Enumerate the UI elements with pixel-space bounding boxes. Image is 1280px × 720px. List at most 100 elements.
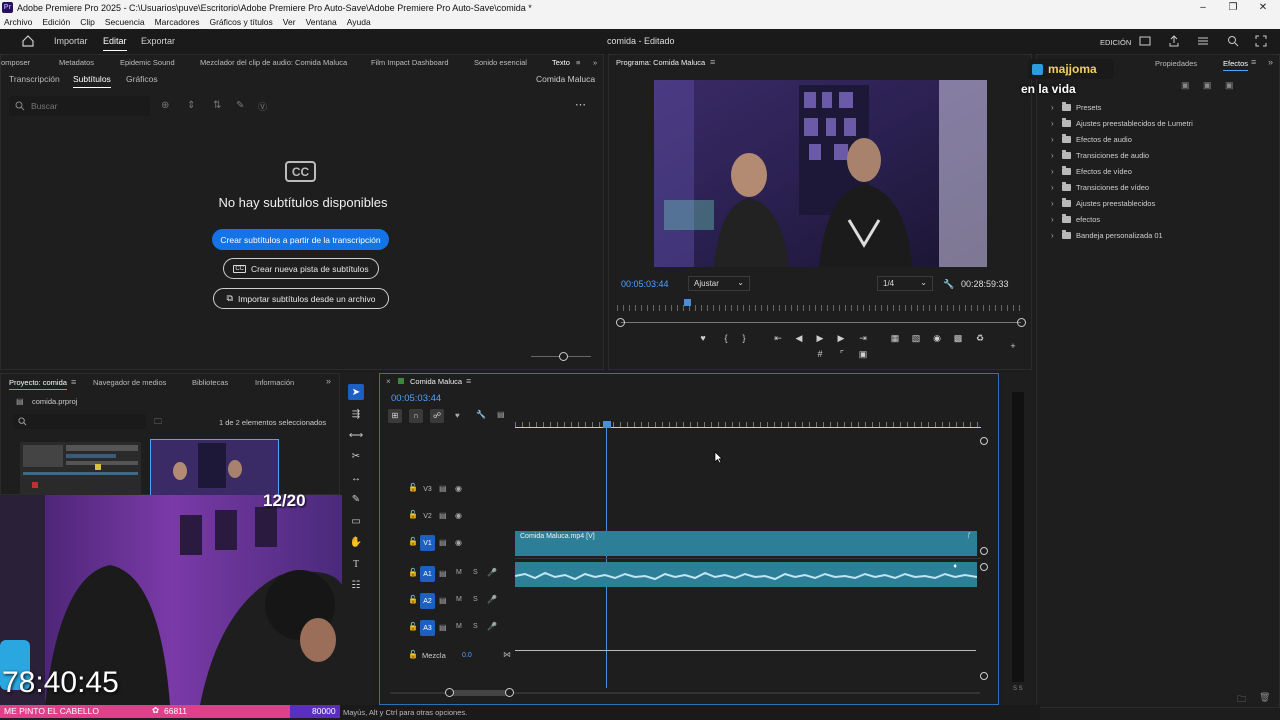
lift-icon[interactable]: ▦ bbox=[889, 332, 901, 344]
fit-dropdown[interactable]: Ajustar ⌄ bbox=[688, 276, 750, 291]
yuv-effects-icon[interactable]: ▣ bbox=[1225, 80, 1234, 91]
effects-item-presets[interactable]: › Presets bbox=[1051, 102, 1101, 112]
captions-icon[interactable]: ▤ bbox=[497, 410, 505, 419]
program-ruler[interactable] bbox=[617, 305, 1022, 311]
tab-efectos[interactable]: Efectos bbox=[1223, 59, 1249, 71]
tab-metadatos[interactable]: Metadatos bbox=[59, 58, 94, 67]
sync-lock-icon[interactable]: ▤ bbox=[439, 511, 447, 520]
close-button[interactable]: ✕ bbox=[1248, 0, 1278, 15]
tab-propiedades[interactable]: Propiedades bbox=[1155, 59, 1197, 68]
effects-item-video-effects[interactable]: › Efectos de vídeo bbox=[1051, 166, 1132, 176]
go-to-out-icon[interactable]: ⇥ bbox=[857, 332, 869, 344]
vr-icon[interactable]: ♻ bbox=[974, 332, 986, 344]
tab-bibliotecas[interactable]: Bibliotecas bbox=[192, 378, 228, 387]
hscroll-handle-left[interactable] bbox=[445, 688, 454, 697]
scroll-handle-right[interactable] bbox=[1017, 318, 1026, 327]
timeline-playhead-handle[interactable] bbox=[603, 421, 611, 428]
solo-button[interactable]: S bbox=[473, 623, 478, 630]
subtab-subtitulos[interactable]: Subtítulos bbox=[73, 74, 111, 88]
32bit-effects-icon[interactable]: ▣ bbox=[1203, 80, 1212, 91]
program-playhead[interactable] bbox=[684, 299, 691, 306]
mute-button[interactable]: M bbox=[456, 596, 462, 603]
quick-export-icon[interactable] bbox=[1196, 34, 1210, 48]
menu-marcadores[interactable]: Marcadores bbox=[155, 17, 200, 27]
ripple-edit-tool-icon[interactable]: ⟷ bbox=[348, 427, 364, 443]
timeline-hscroll-thumb[interactable] bbox=[450, 690, 510, 696]
menu-clip[interactable]: Clip bbox=[80, 17, 95, 27]
effects-item-video-transitions[interactable]: › Transiciones de vídeo bbox=[1051, 182, 1149, 192]
tab-audio-mixer[interactable]: Mezclador del clip de audio: Comida Malu… bbox=[200, 58, 347, 67]
panel-menu-icon[interactable]: ≡ bbox=[576, 58, 580, 67]
timeline-sequence-tab[interactable]: Comida Maluca bbox=[410, 377, 462, 386]
solo-button[interactable]: S bbox=[473, 569, 478, 576]
tab-informacion[interactable]: Información bbox=[255, 378, 294, 387]
hand-tool-icon[interactable]: ✋ bbox=[348, 534, 364, 550]
subtitle-search-input[interactable]: Buscar bbox=[9, 96, 150, 116]
overflow-icon[interactable]: » bbox=[593, 58, 597, 67]
panel-menu-icon[interactable]: ≡ bbox=[710, 57, 715, 67]
split-icon[interactable]: ⇕ bbox=[187, 100, 195, 111]
eye-icon[interactable]: ◉ bbox=[455, 484, 462, 493]
panel-menu-icon[interactable]: ≡ bbox=[466, 376, 471, 386]
subtab-transcripcion[interactable]: Transcripción bbox=[9, 74, 60, 84]
play-icon[interactable]: ▶ bbox=[814, 332, 826, 344]
panel-menu-icon[interactable]: ≡ bbox=[71, 377, 76, 387]
overflow-icon[interactable]: » bbox=[326, 376, 331, 386]
track-label-a1[interactable]: A1 bbox=[420, 566, 435, 582]
menu-archivo[interactable]: Archivo bbox=[4, 17, 32, 27]
accelerated-effects-icon[interactable]: ▣ bbox=[1181, 80, 1190, 91]
tab-navegador-medios[interactable]: Navegador de medios bbox=[93, 378, 166, 387]
add-marker-icon[interactable]: ♥ bbox=[455, 411, 460, 420]
sync-lock-icon[interactable]: ▤ bbox=[439, 538, 447, 547]
lock-icon[interactable]: 🔓 bbox=[408, 510, 418, 519]
lock-icon[interactable]: 🔓 bbox=[408, 568, 418, 577]
close-sequence-icon[interactable]: × bbox=[386, 377, 391, 386]
workspace-label[interactable]: EDICIÓN bbox=[1100, 38, 1131, 47]
track-divider-handle[interactable] bbox=[980, 547, 988, 555]
minimize-button[interactable]: – bbox=[1188, 0, 1218, 15]
linked-selection-icon[interactable]: ☍ bbox=[430, 409, 444, 423]
video-clip-v1[interactable]: Comida Maluca.mp4 [V] ƒ bbox=[515, 531, 977, 556]
track-divider-handle-audio[interactable] bbox=[980, 563, 988, 571]
subtab-graficos[interactable]: Gráficos bbox=[126, 74, 158, 84]
zoom-slider-handle[interactable] bbox=[559, 352, 568, 361]
bin-icon[interactable]: 🗀 bbox=[154, 416, 162, 430]
effects-item-audio-effects[interactable]: › Efectos de audio bbox=[1051, 134, 1132, 144]
sync-lock-icon[interactable]: ▤ bbox=[439, 596, 447, 605]
effects-item-presets-2[interactable]: › Ajustes preestablecidos bbox=[1051, 198, 1155, 208]
tab-epidemic-sound[interactable]: Epidemic Sound bbox=[120, 58, 175, 67]
fullscreen-icon[interactable] bbox=[1254, 34, 1268, 48]
track-label-a3[interactable]: A3 bbox=[420, 620, 435, 636]
more-options-icon[interactable]: ⋯ bbox=[575, 98, 586, 111]
tab-composer[interactable]: omposer bbox=[1, 58, 30, 67]
menu-ventana[interactable]: Ventana bbox=[306, 17, 337, 27]
track-select-tool-icon[interactable]: ⇶ bbox=[348, 406, 364, 422]
lock-icon[interactable]: 🔓 bbox=[408, 650, 418, 659]
share-icon[interactable] bbox=[1167, 34, 1181, 48]
tab-exportar[interactable]: Exportar bbox=[141, 36, 175, 46]
vertical-scroll-handle-bottom[interactable] bbox=[980, 672, 988, 680]
wrench-icon[interactable]: 🔧 bbox=[476, 410, 486, 419]
extract-icon[interactable]: ▧ bbox=[910, 332, 922, 344]
selection-tool-icon[interactable]: ➤ bbox=[348, 384, 364, 400]
camera-icon[interactable]: ◉ bbox=[931, 332, 943, 344]
edit-icon[interactable]: ✎ bbox=[236, 100, 244, 111]
import-subtitles-button[interactable]: ⧉ Importar subtítulos desde un archivo bbox=[213, 288, 389, 309]
scroll-handle-left[interactable] bbox=[616, 318, 625, 327]
add-icon[interactable]: ⊕ bbox=[161, 100, 169, 111]
snap-icon[interactable]: ∩ bbox=[409, 409, 423, 423]
safe-margins-icon[interactable]: # bbox=[814, 348, 826, 360]
slip-tool-icon[interactable]: ↔ bbox=[348, 470, 364, 486]
track-label-v2[interactable]: V2 bbox=[420, 508, 435, 524]
lock-icon[interactable]: 🔓 bbox=[408, 595, 418, 604]
panel-menu-icon[interactable]: ≡ bbox=[1251, 57, 1256, 67]
home-icon[interactable] bbox=[21, 34, 35, 48]
tab-film-impact[interactable]: Film Impact Dashboard bbox=[371, 58, 449, 67]
effects-item-audio-transitions[interactable]: › Transiciones de audio bbox=[1051, 150, 1149, 160]
nest-icon[interactable]: ⊞ bbox=[388, 409, 402, 423]
microphone-icon[interactable]: 🎤 bbox=[487, 622, 497, 631]
workspace-icon[interactable] bbox=[1138, 34, 1152, 48]
eye-icon[interactable]: ◉ bbox=[455, 511, 462, 520]
lock-icon[interactable]: 🔓 bbox=[408, 622, 418, 631]
program-timecode[interactable]: 00:05:03:44 bbox=[621, 279, 669, 289]
